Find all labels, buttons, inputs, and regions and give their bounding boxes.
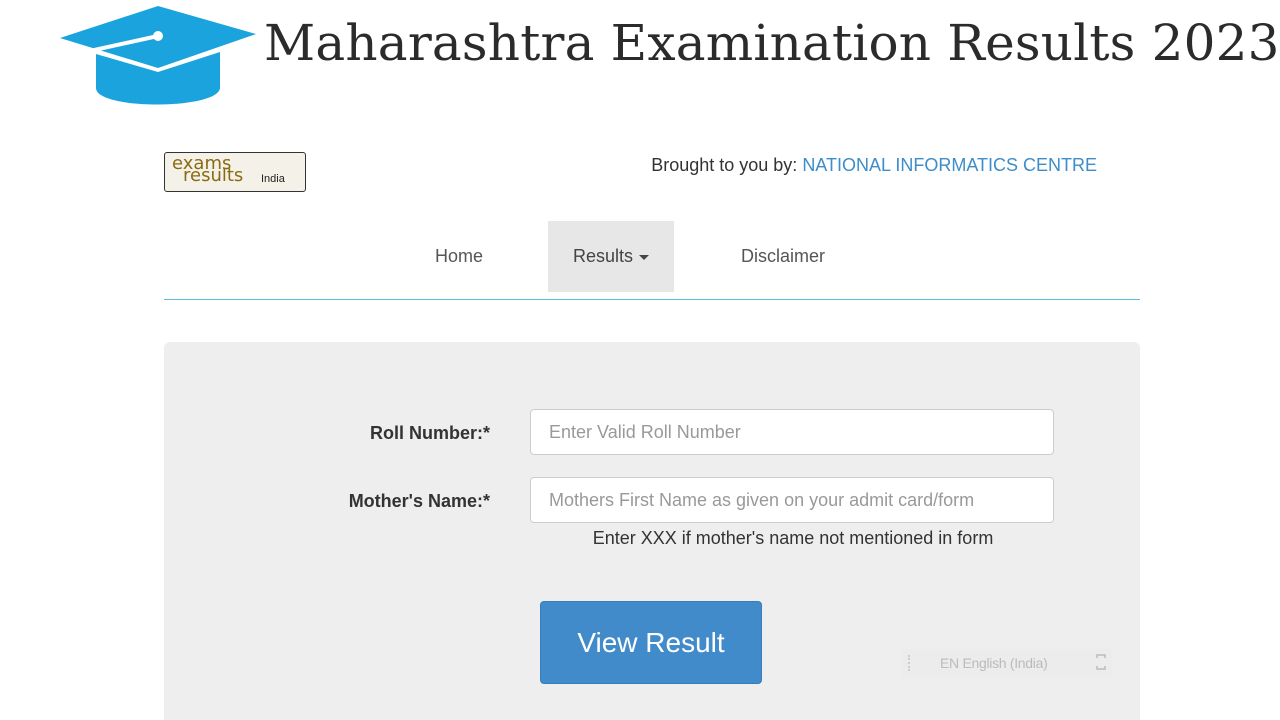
drag-handle-icon[interactable]	[908, 655, 912, 671]
mother-name-input[interactable]	[530, 477, 1054, 523]
nav-home[interactable]: Home	[412, 221, 506, 292]
nav-disclaimer[interactable]: Disclaimer	[714, 221, 852, 292]
mother-name-hint: Enter XXX if mother's name not mentioned…	[592, 528, 994, 548]
page-title: Maharashtra Examination Results 2023	[264, 14, 1280, 72]
roll-number-input[interactable]	[530, 409, 1054, 455]
caret-down-icon	[639, 254, 650, 260]
credit-line: Brought to you by: NATIONAL INFORMATICS …	[651, 155, 1097, 176]
credit-prefix: Brought to you by:	[651, 155, 803, 175]
credit-org-link[interactable]: NATIONAL INFORMATICS CENTRE	[802, 155, 1097, 175]
view-result-button[interactable]: View Result	[540, 601, 762, 684]
mother-name-label: Mother's Name:*	[348, 491, 490, 511]
result-form-panel: Roll Number:* Mother's Name:* Enter XXX …	[164, 342, 1140, 720]
exams-results-logo[interactable]: exams results India	[164, 152, 306, 192]
main-nav: Home Results Disclaimer	[164, 221, 1140, 300]
nav-results-dropdown[interactable]: Results	[548, 221, 674, 292]
language-label: EN English (India)	[940, 655, 1048, 671]
roll-number-label: Roll Number:*	[369, 423, 490, 443]
language-bar[interactable]: EN English (India)	[902, 649, 1112, 677]
logo-text-results: results	[183, 165, 244, 186]
logo-text-india: India	[261, 173, 285, 185]
nav-results-label: Results	[572, 246, 634, 266]
graduation-cap-icon	[60, 6, 256, 105]
expand-icon[interactable]	[1096, 653, 1106, 671]
